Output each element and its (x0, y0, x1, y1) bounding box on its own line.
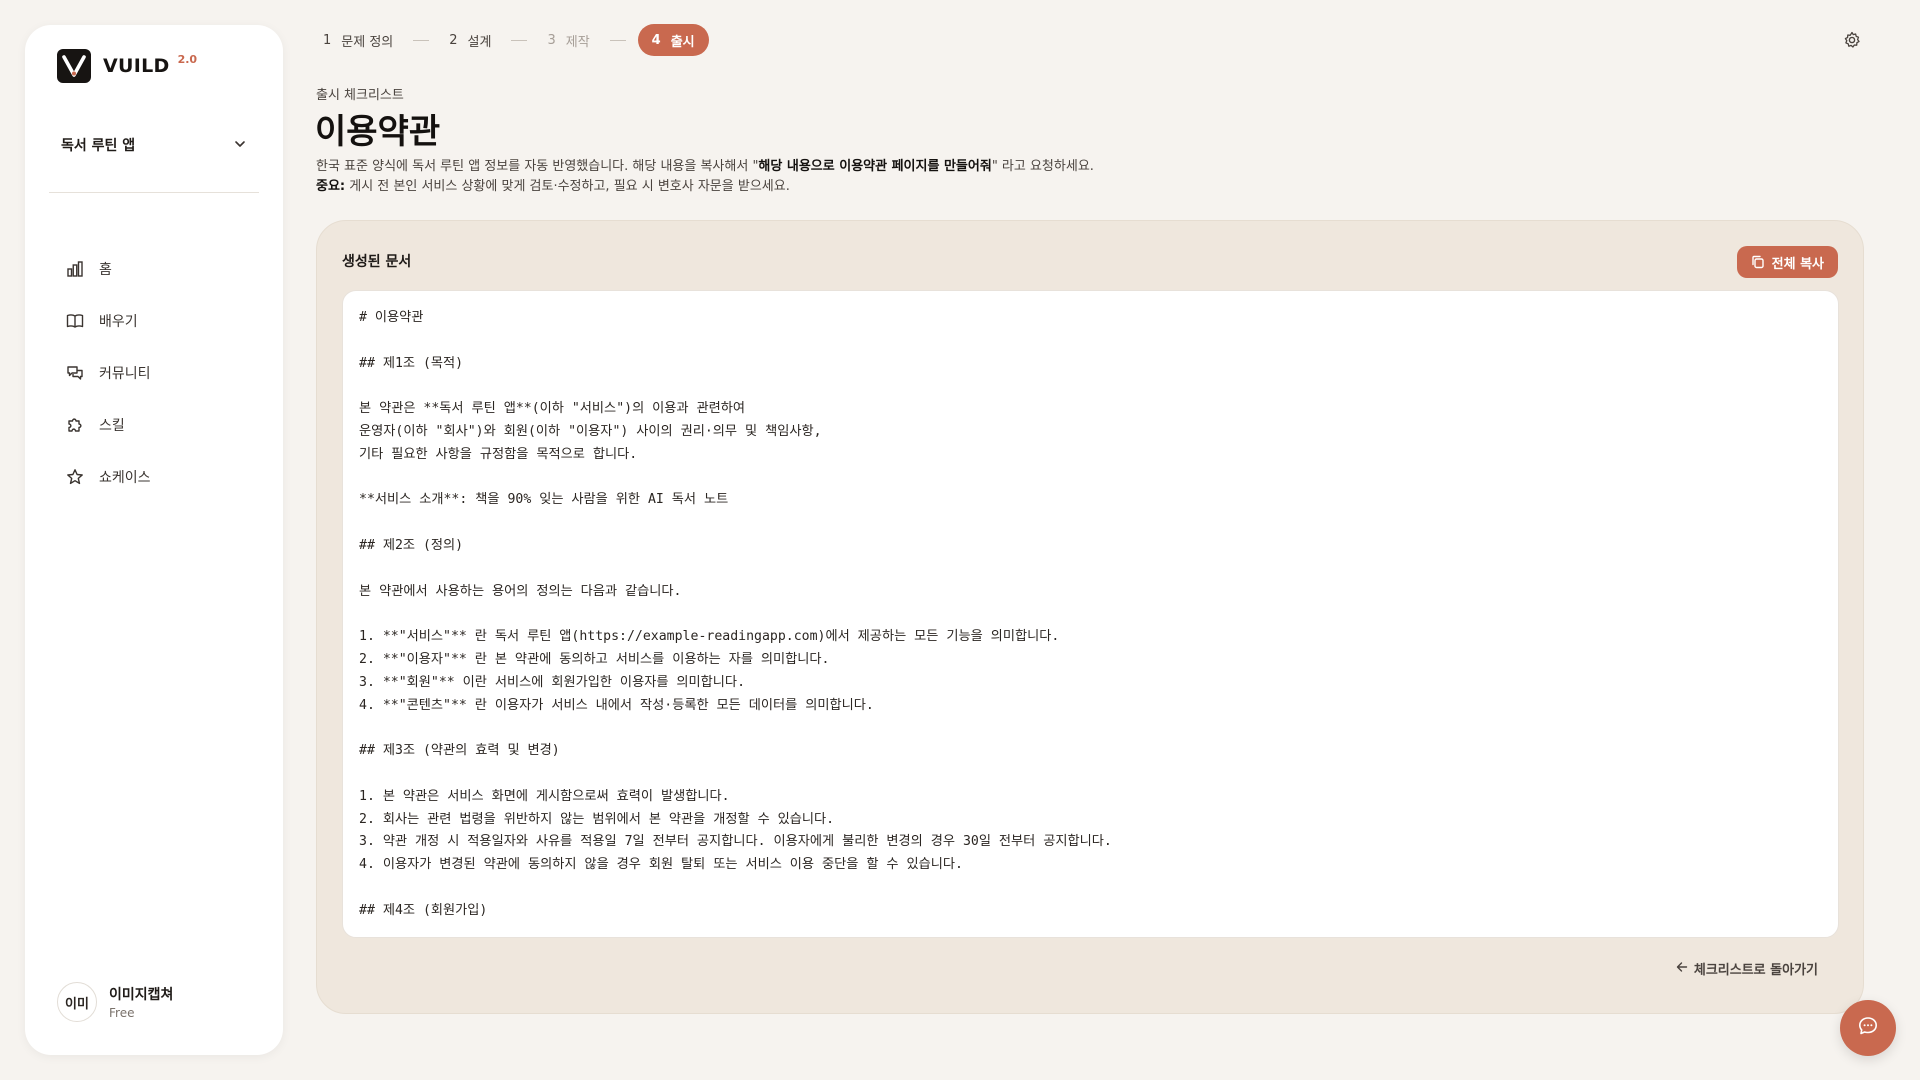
sidebar-divider (49, 192, 259, 193)
description-highlight: 해당 내용으로 이용약관 페이지를 만들어줘 (758, 159, 992, 174)
back-to-checklist-link[interactable]: 체크리스트로 돌아가기 (1676, 959, 1818, 978)
description-line-2: 중요: 게시 전 본인 서비스 상황에 맞게 검토·수정하고, 필요 시 변호사… (316, 177, 1094, 197)
settings-button[interactable] (1842, 31, 1862, 53)
sidebar-item-showcase[interactable]: 쇼케이스 (49, 455, 259, 499)
bar-chart-icon (65, 259, 85, 279)
step-label: 설계 (467, 34, 492, 50)
chat-bubbles-icon (65, 363, 85, 383)
step-separator (413, 39, 430, 41)
important-text: 게시 전 본인 서비스 상황에 맞게 검토·수정하고, 필요 시 변호사 자문을… (345, 179, 790, 194)
chat-bubble-icon (1857, 1015, 1879, 1041)
book-icon (65, 311, 85, 331)
user-plan: Free (109, 1006, 135, 1020)
step-label: 문제 정의 (341, 34, 394, 50)
project-select[interactable]: 독서 루틴 앱 (49, 125, 259, 165)
generated-document-panel: 생성된 문서 전체 복사 # 이용약관 ## 제1조 (목적) 본 약관은 **… (316, 220, 1864, 1014)
copy-all-label: 전체 복사 (1771, 256, 1824, 272)
chat-button[interactable] (1840, 1000, 1896, 1056)
document-viewer[interactable]: # 이용약관 ## 제1조 (목적) 본 약관은 **독서 루틴 앱**(이하 … (342, 290, 1839, 938)
back-link-label: 체크리스트로 돌아가기 (1693, 963, 1818, 978)
step-number: 2 (449, 32, 458, 48)
description-text: " 라고 요청하세요. (991, 159, 1094, 174)
brand[interactable]: VUILD 2.0 (57, 49, 197, 83)
project-select-label: 독서 루틴 앱 (61, 138, 136, 154)
progress-stepper: 1 문제 정의 2 설계 3 제작 4 출시 (315, 24, 709, 56)
app-root: VUILD 2.0 독서 루틴 앱 홈 배우기 커뮤니티 스킬 쇼케이스 이미 … (0, 0, 1920, 1080)
star-icon (65, 467, 85, 487)
panel-title: 생성된 문서 (342, 254, 412, 270)
sidebar-item-skills[interactable]: 스킬 (49, 403, 259, 447)
page-title: 이용약관 (315, 112, 441, 152)
sidebar-item-label: 쇼케이스 (99, 470, 151, 486)
copy-icon (1751, 255, 1765, 269)
sidebar-item-home[interactable]: 홈 (49, 247, 259, 291)
page-description: 한국 표준 양식에 독서 루틴 앱 정보를 자동 반영했습니다. 해당 내용을 … (316, 157, 1094, 197)
sidebar: VUILD 2.0 독서 루틴 앱 홈 배우기 커뮤니티 스킬 쇼케이스 이미 … (25, 25, 283, 1055)
vuild-logo-icon (57, 49, 91, 83)
sidebar-item-community[interactable]: 커뮤니티 (49, 351, 259, 395)
sidebar-item-label: 홈 (99, 262, 112, 278)
sidebar-item-learn[interactable]: 배우기 (49, 299, 259, 343)
important-label: 중요: (316, 179, 346, 194)
step-number: 3 (547, 32, 556, 48)
gear-icon (1843, 31, 1861, 53)
user-profile[interactable]: 이미 이미지캡쳐 Free (57, 982, 173, 1022)
step-number: 1 (323, 32, 332, 48)
sidebar-item-label: 배우기 (99, 314, 138, 330)
user-info: 이미지캡쳐 Free (109, 984, 173, 1020)
step-separator (511, 39, 528, 41)
sidebar-nav: 홈 배우기 커뮤니티 스킬 쇼케이스 (49, 247, 259, 507)
user-name: 이미지캡쳐 (109, 987, 174, 1003)
step-build[interactable]: 3 제작 (539, 24, 597, 56)
step-number: 4 (651, 32, 661, 48)
brand-name: VUILD (103, 55, 170, 77)
sidebar-item-label: 스킬 (99, 418, 125, 434)
page-eyebrow: 출시 체크리스트 (316, 88, 404, 103)
step-label: 출시 (670, 34, 695, 50)
step-label: 제작 (565, 34, 590, 50)
chevron-down-icon (233, 136, 247, 155)
puzzle-icon (65, 415, 85, 435)
step-design[interactable]: 2 설계 (441, 24, 499, 56)
avatar: 이미 (57, 982, 97, 1022)
step-separator (609, 39, 626, 41)
description-text: 한국 표준 양식에 독서 루틴 앱 정보를 자동 반영했습니다. 해당 내용을 … (316, 159, 759, 174)
document-content: # 이용약관 ## 제1조 (목적) 본 약관은 **독서 루틴 앱**(이하 … (359, 310, 1112, 918)
arrow-left-icon (1676, 961, 1688, 977)
step-problem-definition[interactable]: 1 문제 정의 (315, 24, 401, 56)
step-launch[interactable]: 4 출시 (637, 24, 709, 56)
sidebar-item-label: 커뮤니티 (99, 366, 151, 382)
description-line-1: 한국 표준 양식에 독서 루틴 앱 정보를 자동 반영했습니다. 해당 내용을 … (316, 157, 1094, 177)
copy-all-button[interactable]: 전체 복사 (1736, 246, 1838, 278)
brand-version: 2.0 (177, 52, 198, 66)
